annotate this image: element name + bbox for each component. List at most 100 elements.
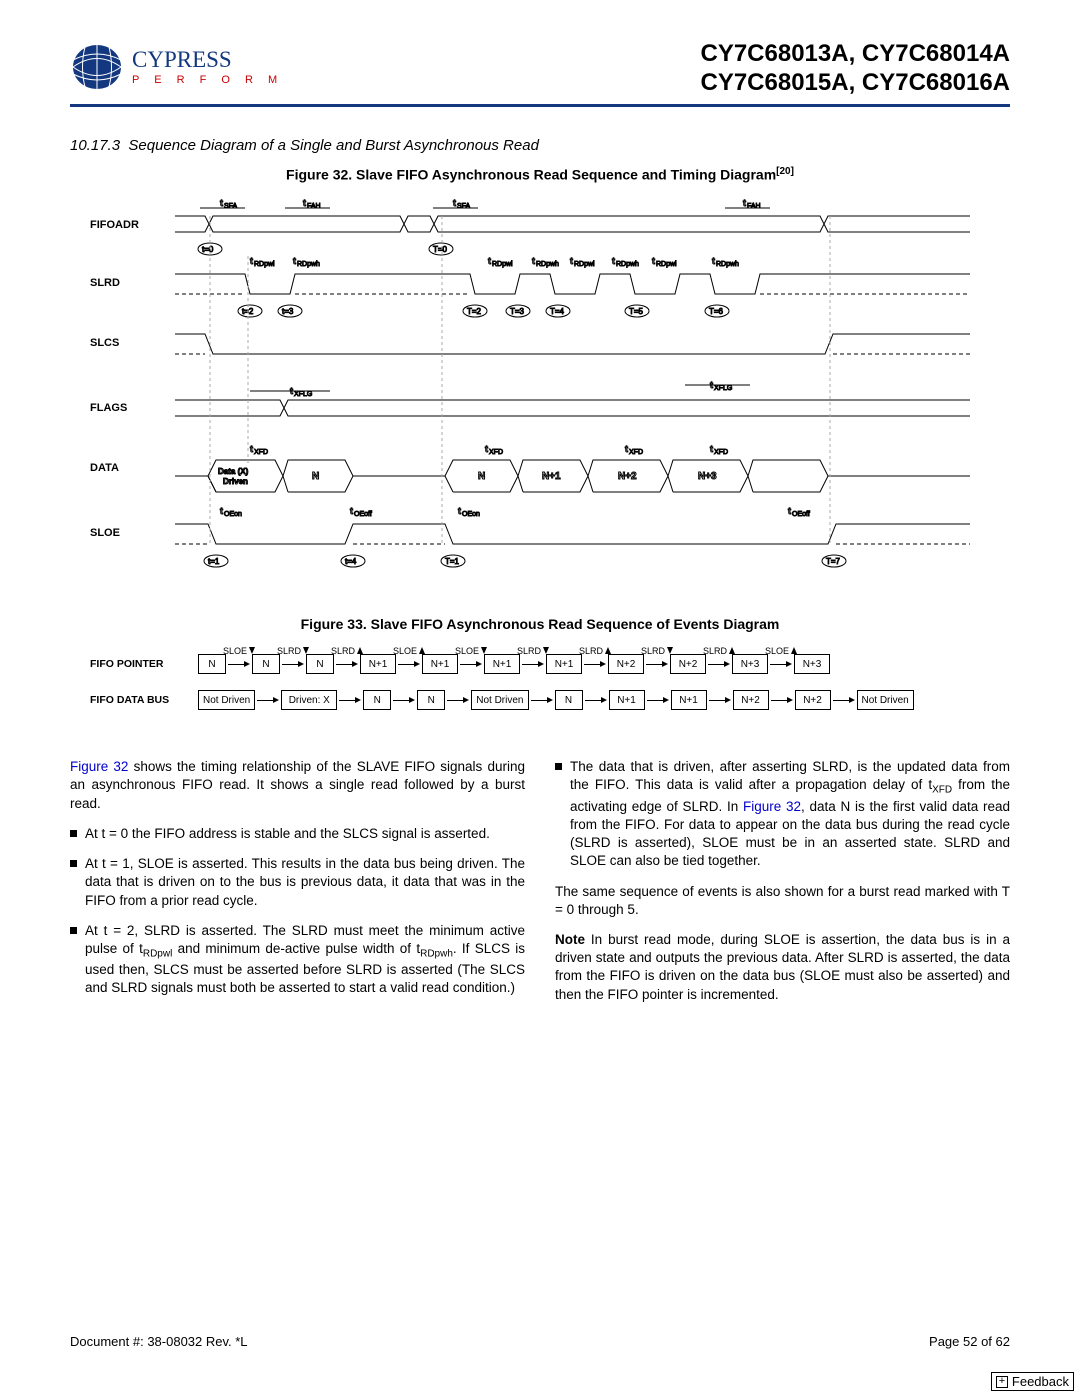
arrow-icon: SLRD (644, 654, 670, 674)
para-burst: The same sequence of events is also show… (555, 883, 1010, 919)
svg-text:t: t (458, 506, 461, 516)
events-box: N (252, 654, 280, 674)
events-box: N+1 (422, 654, 458, 674)
svg-text:N+3: N+3 (698, 471, 717, 482)
svg-text:t: t (652, 256, 655, 266)
events-transition-label: SLOE (393, 646, 425, 656)
svg-text:t: t (743, 198, 746, 208)
svg-text:RDpwh: RDpwh (297, 261, 320, 268)
timing-diagram-fig32: FIFOADR SLRD SLCS FLAGS DATA SLOE tSFA t… (90, 196, 990, 576)
svg-text:t: t (788, 506, 791, 516)
logo-tagline: P E R F O R M (132, 75, 283, 86)
svg-text:FAH: FAH (747, 203, 761, 210)
events-box: N+2 (608, 654, 644, 674)
arrow-icon (645, 690, 671, 710)
globe-icon (70, 40, 124, 94)
plus-icon: + (996, 1376, 1008, 1388)
arrow-icon (445, 690, 471, 710)
svg-text:RDpwl: RDpwl (492, 261, 513, 268)
svg-text:SFA: SFA (457, 203, 471, 210)
svg-text:T=2: T=2 (467, 307, 482, 316)
svg-text:t: t (250, 444, 253, 454)
svg-text:N: N (478, 471, 485, 482)
signal-fifoadr: FIFOADR (90, 219, 139, 231)
events-box: N (306, 654, 334, 674)
svg-text:T=5: T=5 (629, 307, 644, 316)
bullet-3: At t = 2, SLRD is asserted. The SLRD mus… (85, 922, 525, 998)
svg-text:T=4: T=4 (550, 307, 565, 316)
arrow-icon (337, 690, 363, 710)
svg-text:t: t (625, 444, 628, 454)
arrow-icon: SLOE (226, 654, 252, 674)
arrow-icon: SLRD (706, 654, 732, 674)
arrow-icon: SLRD (582, 654, 608, 674)
events-transition-label: SLOE (765, 646, 797, 656)
arrow-icon: SLRD (520, 654, 546, 674)
svg-text:OEon: OEon (224, 511, 242, 518)
svg-text:XFD: XFD (629, 449, 643, 456)
arrow-icon (391, 690, 417, 710)
svg-text:t=0: t=0 (202, 245, 214, 254)
svg-text:t: t (250, 256, 253, 266)
events-transition-label: SLRD (517, 646, 549, 656)
svg-text:XFD: XFD (714, 449, 728, 456)
events-transition-label: SLRD (331, 646, 363, 656)
svg-text:t: t (712, 256, 715, 266)
events-box: N+1 (360, 654, 396, 674)
events-transition-label: SLOE (455, 646, 487, 656)
logo-name: CYPRESS (132, 48, 283, 71)
svg-text:RDpwh: RDpwh (536, 261, 559, 268)
events-box: N+2 (670, 654, 706, 674)
events-box: Not Driven (471, 690, 528, 710)
bullet-1: At t = 0 the FIFO address is stable and … (85, 825, 525, 843)
svg-text:XFLG: XFLG (714, 385, 732, 392)
link-figure-32[interactable]: Figure 32 (70, 759, 128, 774)
events-transition-label: SLRD (703, 646, 735, 656)
svg-text:RDpwl: RDpwl (254, 261, 275, 268)
body-text: Figure 32 shows the timing relationship … (70, 758, 1010, 1016)
events-box: N+3 (732, 654, 768, 674)
events-box: N+1 (484, 654, 520, 674)
figure-32-caption: Figure 32. Slave FIFO Asynchronous Read … (70, 166, 1010, 183)
parts-line-1: CY7C68013A, CY7C68014A (700, 40, 1010, 69)
bullet-r1: The data that is driven, after asserting… (570, 758, 1010, 870)
svg-text:T=0: T=0 (433, 245, 448, 254)
events-row-label: FIFO DATA BUS (90, 694, 198, 706)
feedback-button[interactable]: + Feedback (991, 1372, 1074, 1391)
arrow-icon (707, 690, 733, 710)
arrow-icon: SLOE (396, 654, 422, 674)
arrow-icon (831, 690, 857, 710)
svg-text:t: t (532, 256, 535, 266)
svg-text:SFA: SFA (224, 203, 238, 210)
svg-text:t: t (220, 506, 223, 516)
page-number: Page 52 of 62 (929, 1334, 1010, 1349)
bullet-2: At t = 1, SLOE is asserted. This results… (85, 855, 525, 910)
part-numbers: CY7C68013A, CY7C68014A CY7C68015A, CY7C6… (700, 40, 1010, 98)
svg-text:OEon: OEon (462, 511, 480, 518)
svg-text:RDpwl: RDpwl (574, 261, 595, 268)
svg-text:t: t (303, 198, 306, 208)
events-box: N (417, 690, 445, 710)
section-number: 10.17.3 (70, 137, 120, 154)
page-footer: Document #: 38-08032 Rev. *L Page 52 of … (70, 1334, 1010, 1349)
svg-text:OEoff: OEoff (792, 511, 810, 518)
arrow-icon (529, 690, 555, 710)
link-figure-32-b[interactable]: Figure 32 (743, 799, 801, 814)
events-box: N+1 (546, 654, 582, 674)
svg-text:t=1: t=1 (208, 557, 220, 566)
svg-text:Data (X): Data (X) (218, 467, 249, 476)
svg-text:t: t (350, 506, 353, 516)
svg-text:T=6: T=6 (709, 307, 724, 316)
signal-slcs: SLCS (90, 337, 119, 349)
svg-text:XFD: XFD (489, 449, 503, 456)
events-box: N (555, 690, 583, 710)
svg-text:t: t (710, 444, 713, 454)
events-transition-label: SLRD (277, 646, 309, 656)
svg-text:RDpwh: RDpwh (716, 261, 739, 268)
signal-slrd: SLRD (90, 277, 120, 289)
para-note: Note In burst read mode, during SLOE is … (555, 931, 1010, 1004)
events-box: N+3 (794, 654, 830, 674)
arrow-icon (255, 690, 281, 710)
events-transition-label: SLRD (641, 646, 673, 656)
arrow-icon: SLOE (768, 654, 794, 674)
